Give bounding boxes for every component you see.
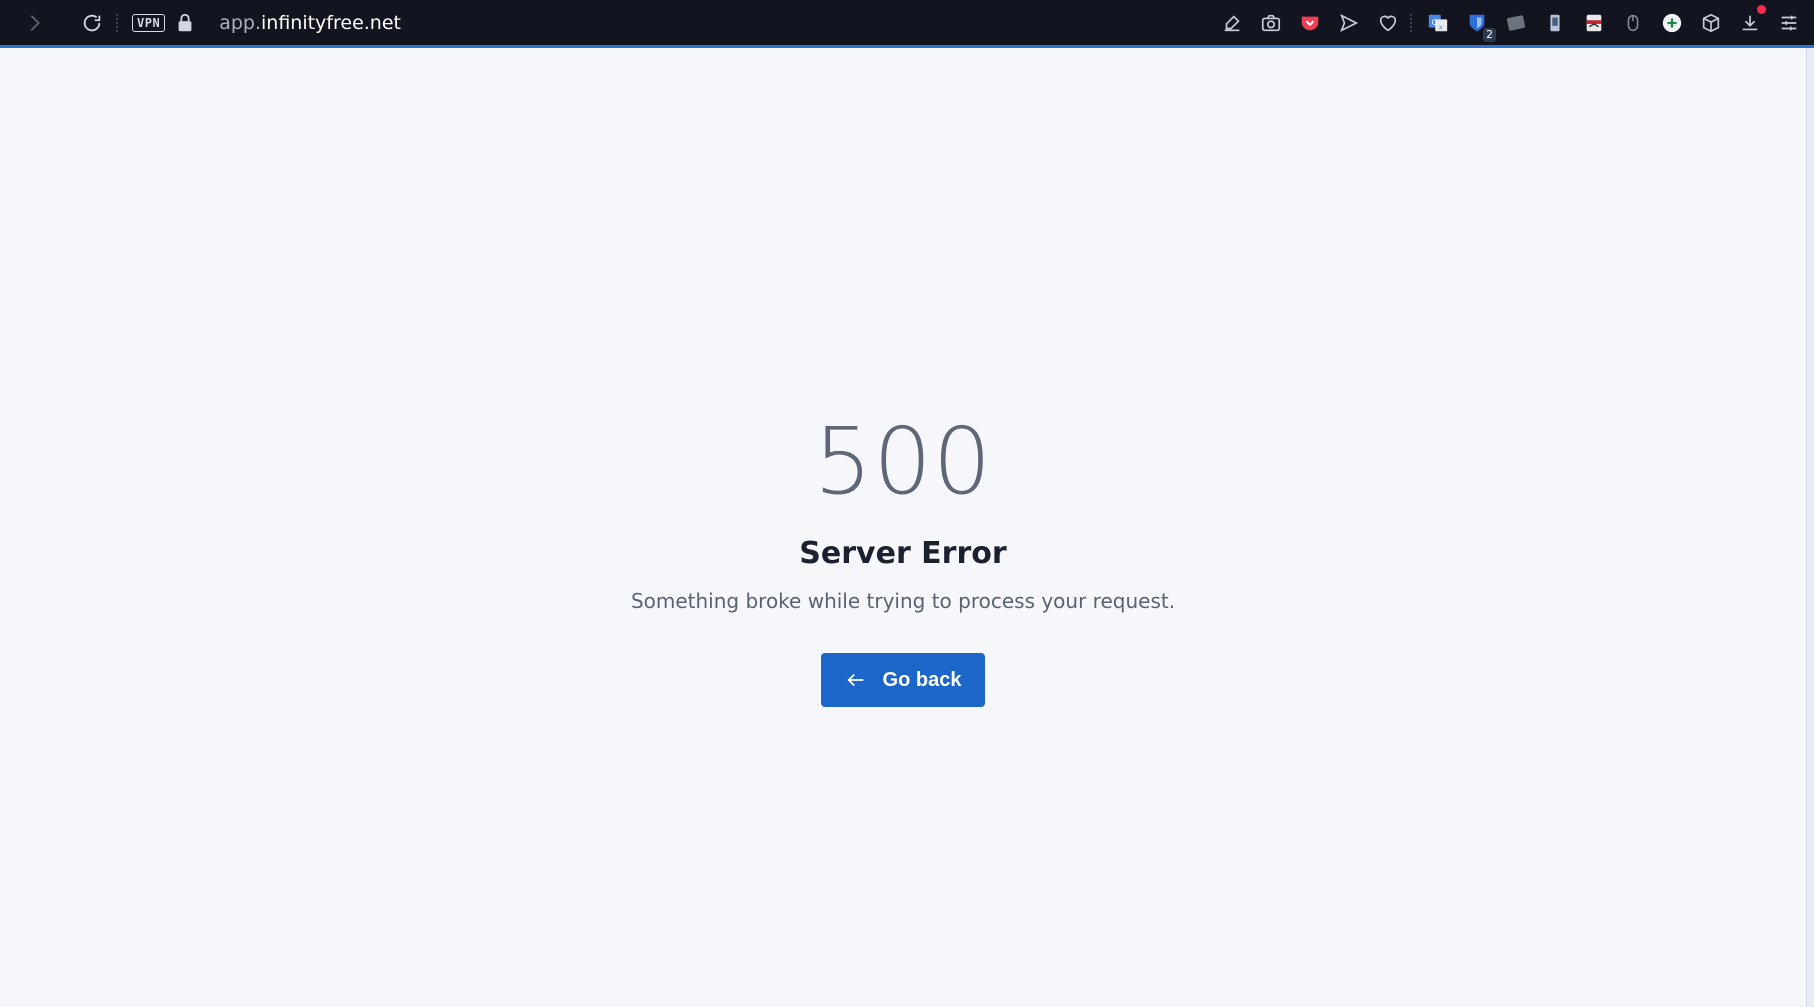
go-back-label: Go back [882, 668, 962, 691]
pocket-icon[interactable] [1297, 10, 1323, 36]
bitwarden-icon[interactable]: 2 [1464, 10, 1496, 42]
scrollbar[interactable] [1806, 48, 1814, 1007]
error-code: 500 [813, 408, 993, 515]
toolbar-separator [1410, 13, 1412, 32]
go-back-button[interactable]: Go back [820, 653, 986, 707]
error-page: 500 Server Error Something broke while t… [0, 48, 1806, 1007]
translate-icon[interactable]: Gx [1425, 10, 1451, 36]
arrow-left-icon [846, 673, 863, 687]
add-circle-icon[interactable] [1659, 10, 1685, 36]
lock-icon[interactable] [171, 9, 199, 37]
download-icon[interactable] [1737, 4, 1766, 36]
extension-badge: 2 [1483, 27, 1496, 42]
ext-mask-icon[interactable] [1581, 10, 1607, 36]
svg-text:G: G [1432, 17, 1438, 26]
vpn-badge[interactable]: VPN [132, 13, 166, 32]
phone-icon[interactable] [1542, 10, 1568, 36]
extensions-bar: Gx 2 [1219, 0, 1802, 45]
menu-icon[interactable] [1776, 10, 1802, 36]
edit-icon[interactable] [1219, 10, 1245, 36]
camera-icon[interactable] [1258, 10, 1284, 36]
box-icon[interactable] [1698, 10, 1724, 36]
svg-text:x: x [1439, 22, 1443, 31]
address-bar[interactable]: app.infinityfree.net [219, 12, 401, 34]
ext-gray-icon[interactable] [1503, 10, 1529, 36]
forward-icon[interactable] [20, 9, 48, 37]
browser-toolbar: VPN app.infinityfree.net Gx 2 [0, 0, 1814, 48]
send-icon[interactable] [1336, 10, 1362, 36]
mouse-icon[interactable] [1620, 10, 1646, 36]
toolbar-separator [66, 14, 68, 32]
heart-icon[interactable] [1375, 10, 1401, 36]
error-message: Something broke while trying to process … [630, 589, 1176, 613]
url-prefix: app. [219, 11, 261, 34]
toolbar-separator [116, 13, 118, 32]
reload-icon[interactable] [78, 9, 106, 37]
url-domain: infinityfree.net [261, 11, 401, 34]
error-title: Server Error [799, 536, 1007, 571]
notification-dot [1757, 4, 1766, 14]
